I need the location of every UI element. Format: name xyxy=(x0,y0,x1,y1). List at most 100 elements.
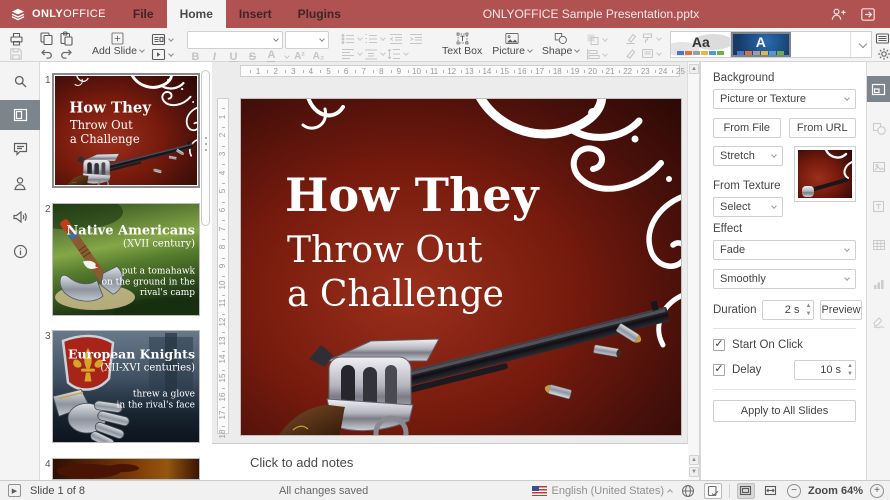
about-info-icon[interactable] xyxy=(0,236,40,266)
slide-thumbnail-1[interactable]: How They Throw Out a Challenge xyxy=(52,73,200,188)
texture-select[interactable]: Select xyxy=(713,197,783,217)
slide-settings-icon[interactable] xyxy=(867,76,890,102)
open-file-location-icon[interactable] xyxy=(858,4,878,24)
current-slide[interactable]: How They Throw Out a Challenge xyxy=(240,98,682,436)
insert-shape-button[interactable]: Shape xyxy=(537,31,584,58)
start-slideshow-icon[interactable]: ▶ xyxy=(8,484,21,497)
undo-button[interactable] xyxy=(37,46,55,61)
clear-style-button[interactable] xyxy=(621,31,639,46)
zoom-out-icon[interactable]: − xyxy=(787,484,801,498)
duration-spinner[interactable]: 2 s ▲▼ xyxy=(762,300,814,320)
svg-text:put a tomahawk: put a tomahawk xyxy=(122,266,196,276)
arrange-shape-button[interactable] xyxy=(586,32,607,47)
change-layout-button[interactable] xyxy=(151,32,173,47)
slide-title-line1: How They xyxy=(285,168,540,222)
slides-panel-icon[interactable] xyxy=(0,100,40,130)
slide-thumbnails-panel: 1 xyxy=(40,62,212,480)
ribbon-tabs: File Home Insert Plugins xyxy=(120,0,354,28)
save-status: All changes saved xyxy=(279,481,368,500)
add-user-icon[interactable] xyxy=(828,4,848,24)
effect-select[interactable]: Fade xyxy=(713,240,856,260)
zoom-in-icon[interactable]: + xyxy=(870,484,884,498)
slide-thumbnail-4[interactable] xyxy=(52,458,200,480)
preview-button[interactable]: Preview xyxy=(820,300,861,320)
logo-text: ONLYOFFICE xyxy=(32,8,106,20)
slide1-art: How They Throw Out a Challenge xyxy=(241,99,681,435)
theme-gallery-expand-button[interactable] xyxy=(851,32,871,57)
paste-button[interactable] xyxy=(57,31,75,46)
svg-text:on the ground in the: on the ground in the xyxy=(102,277,195,287)
slide-settings-button[interactable] xyxy=(641,46,661,61)
search-icon[interactable] xyxy=(0,66,40,96)
background-type-select[interactable]: Picture or Texture xyxy=(713,89,856,109)
decrease-indent-button[interactable] xyxy=(387,31,405,46)
scroll-down-icon[interactable]: ▼ xyxy=(689,467,699,477)
from-url-button[interactable]: From URL xyxy=(789,118,857,138)
theme-palette xyxy=(677,51,724,55)
chart-settings-icon[interactable] xyxy=(867,271,890,297)
status-bar: ▶ Slide 1 of 8 All changes saved English… xyxy=(0,480,890,500)
from-file-button[interactable]: From File xyxy=(713,118,781,138)
spell-check-icon[interactable] xyxy=(704,483,722,499)
save-button[interactable] xyxy=(7,46,25,61)
slide-thumbnail-3[interactable]: European Knights (XII-XVI centuries) thr… xyxy=(52,330,200,443)
table-settings-icon[interactable] xyxy=(867,232,890,258)
svg-text:(XVII century): (XVII century) xyxy=(123,239,195,250)
tab-file[interactable]: File xyxy=(120,0,167,28)
theme-option-empty[interactable] xyxy=(791,32,851,57)
fit-to-slide-icon[interactable] xyxy=(737,483,755,499)
tab-home[interactable]: Home xyxy=(167,0,226,28)
start-on-click-checkbox[interactable]: Start On Click xyxy=(713,339,856,351)
redo-button[interactable] xyxy=(57,46,75,61)
copy-button[interactable] xyxy=(37,31,55,46)
add-slide-button[interactable]: Add Slide xyxy=(87,31,149,58)
set-language-globe-icon[interactable] xyxy=(679,483,697,499)
insert-picture-button[interactable]: Picture xyxy=(487,31,537,58)
text-settings-icon[interactable] xyxy=(867,193,890,219)
toolbar-group-font: B I U S A A² A₂ xyxy=(184,30,332,59)
align-shape-button[interactable] xyxy=(586,47,607,62)
line-spacing-button[interactable] xyxy=(387,46,408,61)
bullets-button[interactable] xyxy=(341,31,362,46)
vertical-align-button[interactable] xyxy=(364,46,385,61)
image-settings-icon[interactable] xyxy=(867,154,890,180)
tab-insert[interactable]: Insert xyxy=(226,0,285,28)
scroll-up-icon[interactable]: ▲ xyxy=(689,64,699,74)
copy-style-button[interactable] xyxy=(641,31,661,46)
font-size-combo[interactable] xyxy=(285,31,329,49)
language-selector[interactable]: English (United States) xyxy=(532,485,672,497)
shape-settings-icon[interactable] xyxy=(867,115,890,141)
chat-icon[interactable] xyxy=(0,168,40,198)
slide-thumbnail-2[interactable]: Native Americans (XVII century) put a to… xyxy=(52,203,200,316)
tab-plugins[interactable]: Plugins xyxy=(285,0,354,28)
signature-settings-icon[interactable] xyxy=(867,310,890,336)
delay-spinner[interactable]: 10 s ▲▼ xyxy=(794,360,856,380)
theme-option-light[interactable]: Aa xyxy=(671,32,731,57)
start-slideshow-button[interactable] xyxy=(151,47,173,62)
horizontal-align-button[interactable] xyxy=(341,46,362,61)
highlight-color-button[interactable] xyxy=(621,46,639,61)
advanced-settings-gear-icon[interactable] xyxy=(875,46,890,61)
theme-option-dark-selected[interactable]: A xyxy=(731,32,791,57)
numbering-button[interactable] xyxy=(364,31,385,46)
increase-indent-button[interactable] xyxy=(407,31,425,46)
ruler-horizontal: 1234567891011121314151617181920212223242… xyxy=(240,65,680,77)
text-box-button[interactable]: Text Box xyxy=(437,31,487,58)
fit-to-width-icon[interactable] xyxy=(762,483,780,499)
panel-resize-handle[interactable] xyxy=(201,70,210,226)
font-name-combo[interactable] xyxy=(187,31,283,49)
scroll-up-icon-bottom[interactable]: ▲ xyxy=(689,455,699,465)
print-button[interactable] xyxy=(7,31,25,46)
notes-area[interactable]: Click to add notes xyxy=(212,443,688,480)
slide-title-line2: Throw Out xyxy=(287,230,483,271)
slide1-thumb-art: How They Throw Out a Challenge xyxy=(55,76,197,185)
fill-mode-select[interactable]: Stretch xyxy=(713,146,783,166)
delay-checkbox[interactable]: Delay xyxy=(713,364,761,376)
svg-text:in the rival's face: in the rival's face xyxy=(117,400,195,410)
canvas-scrollbar[interactable]: ▲ ▲ ▼ xyxy=(687,62,699,480)
apply-to-all-slides-button[interactable]: Apply to All Slides xyxy=(713,400,856,422)
comments-icon[interactable] xyxy=(0,134,40,164)
slide-size-button[interactable] xyxy=(875,31,890,46)
feedback-icon[interactable] xyxy=(0,202,40,232)
effect-option-select[interactable]: Smoothly xyxy=(713,269,856,289)
